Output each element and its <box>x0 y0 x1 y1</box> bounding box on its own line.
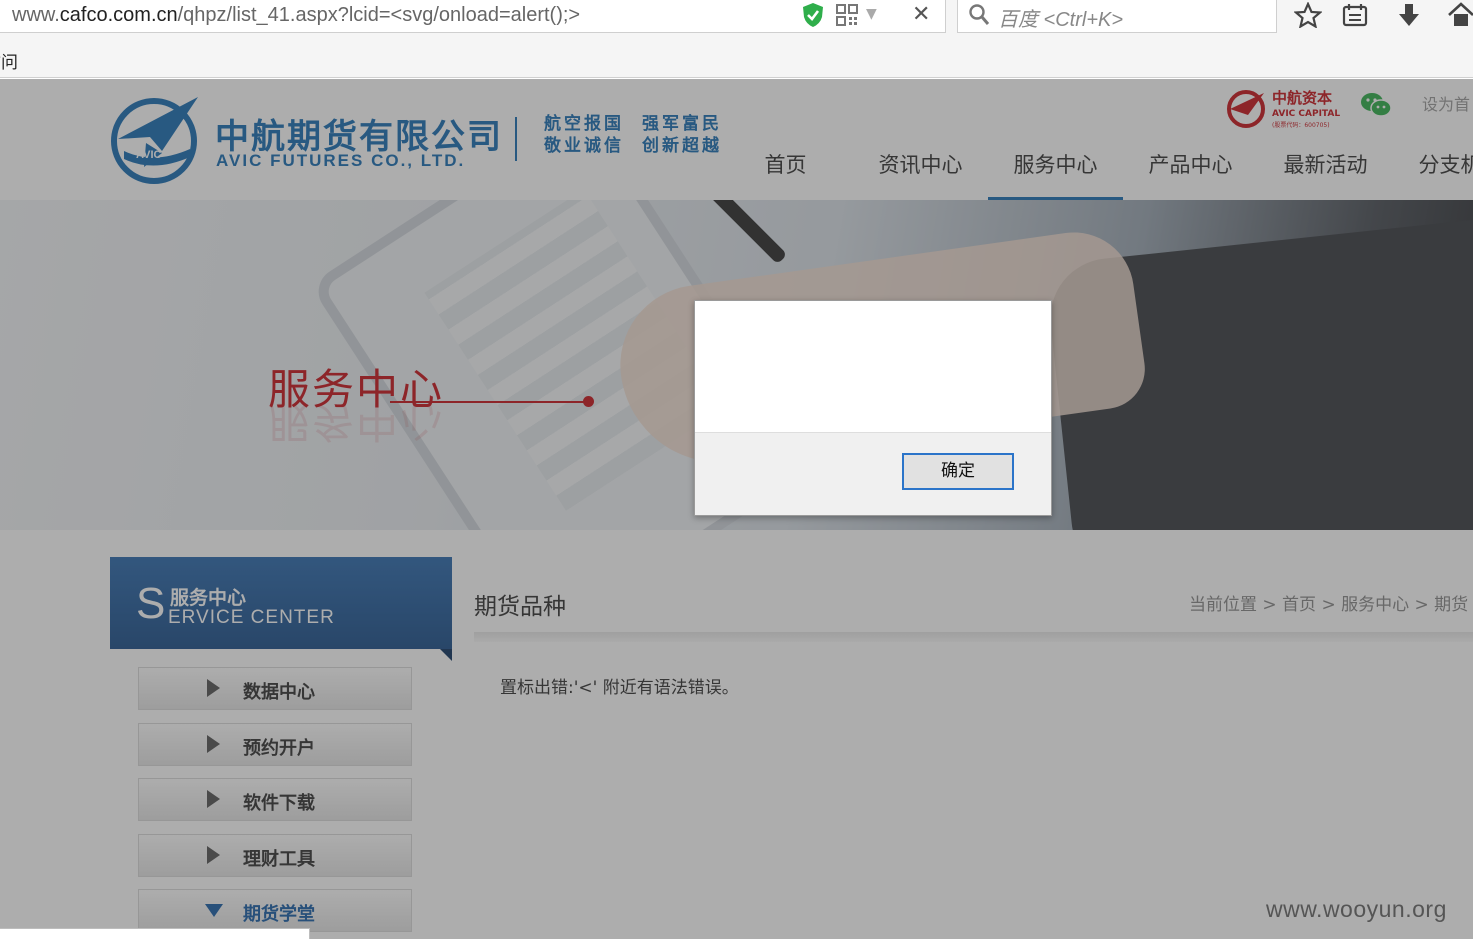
alert-footer: 确定 <box>695 432 1051 515</box>
search-placeholder: 百度 <Ctrl+K> <box>998 9 1124 31</box>
watermark: www.wooyun.org <box>1266 896 1447 922</box>
reading-list-icon[interactable] <box>1341 2 1369 28</box>
address-url[interactable]: www.cafco.com.cn/qhpz/list_41.aspx?lcid=… <box>12 4 580 27</box>
address-bar[interactable]: www.cafco.com.cn/qhpz/list_41.aspx?lcid=… <box>0 0 946 33</box>
qr-code-icon[interactable] <box>836 4 858 26</box>
search-bar[interactable]: 百度 <Ctrl+K> <box>957 0 1277 33</box>
ok-button[interactable]: 确定 <box>902 453 1014 490</box>
alert-dialog: 确定 <box>694 300 1052 516</box>
close-icon[interactable]: ✕ <box>912 2 930 27</box>
screenshot-root: www.cafco.com.cn/qhpz/list_41.aspx?lcid=… <box>0 0 1473 939</box>
dropdown-arrow-icon[interactable]: ▼ <box>866 6 877 22</box>
bookmark-item[interactable]: 访问 <box>0 48 18 73</box>
search-icon <box>969 4 990 25</box>
home-icon[interactable] <box>1447 2 1473 28</box>
security-shield-icon[interactable] <box>802 2 824 28</box>
bookmark-star-icon[interactable] <box>1294 2 1322 28</box>
status-bar <box>0 928 310 939</box>
download-icon[interactable] <box>1395 2 1423 28</box>
browser-chrome: www.cafco.com.cn/qhpz/list_41.aspx?lcid=… <box>0 0 1473 78</box>
